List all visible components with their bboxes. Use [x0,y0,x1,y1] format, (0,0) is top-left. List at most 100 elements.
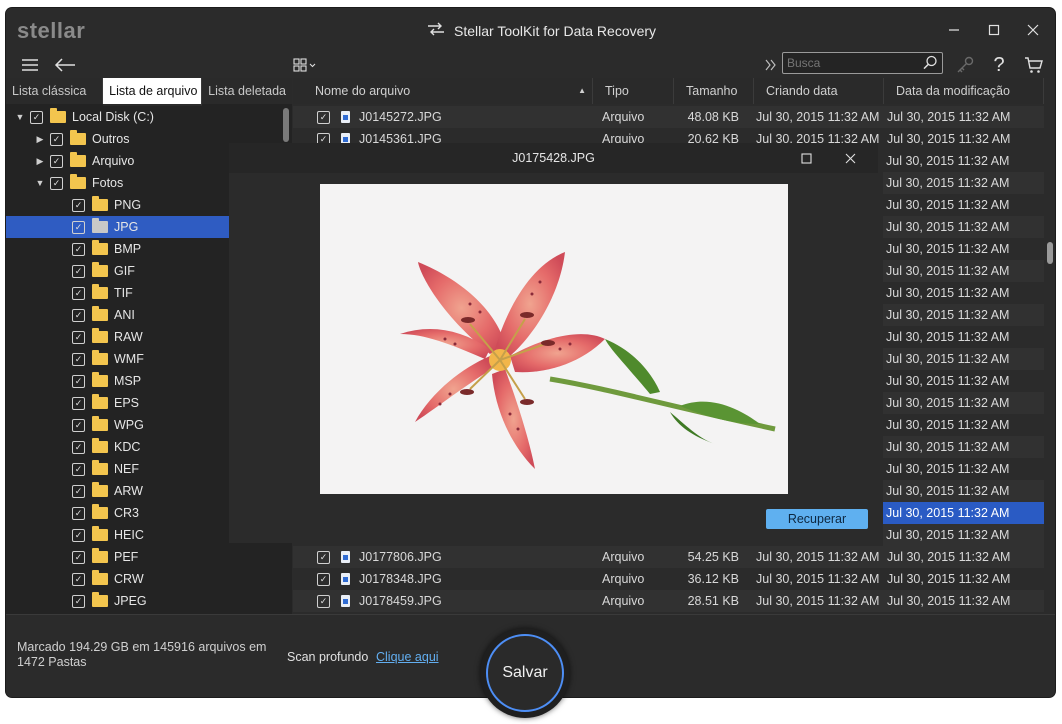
tree-checkbox[interactable]: ✓ [72,352,85,366]
tree-item[interactable]: ✓ JPEG [6,590,292,612]
folder-icon [70,130,86,145]
file-checkbox[interactable]: ✓ [317,594,330,608]
help-icon[interactable]: ? [990,52,1008,78]
tree-checkbox[interactable]: ✓ [72,550,85,564]
menu-icon[interactable] [20,52,40,78]
file-checkbox[interactable]: ✓ [317,572,330,586]
tree-checkbox[interactable]: ✓ [72,198,85,212]
tree-item[interactable]: ▼ ✓ Local Disk (C:) [6,106,292,128]
tree-item[interactable]: ✓ CRW [6,568,292,590]
caret-right-icon[interactable]: ▶ [34,156,46,167]
tree-item-label: ANI [114,308,135,322]
minimize-button[interactable] [942,18,966,42]
maximize-button[interactable] [982,18,1006,42]
folder-icon [92,372,108,387]
tree-checkbox[interactable]: ✓ [72,374,85,388]
caret-down-icon[interactable]: ▼ [14,112,26,122]
row-modified-date[interactable]: Jul 30, 2015 11:32 AM [883,436,1044,458]
search-input[interactable] [787,54,915,71]
row-modified-date[interactable]: Jul 30, 2015 11:32 AM [883,282,1044,304]
back-arrow-icon[interactable] [53,52,77,78]
table-row[interactable]: ✓ J0178459.JPG Arquivo 28.51 KB Jul 30, 2015… [293,590,1044,612]
close-button[interactable] [1021,18,1045,42]
tree-checkbox[interactable]: ✓ [50,176,63,190]
row-modified-date[interactable]: Jul 30, 2015 11:32 AM [883,370,1044,392]
tree-checkbox[interactable]: ✓ [72,418,85,432]
table-row[interactable]: ✓ J0177806.JPG Arquivo 54.25 KB Jul 30, 2015… [293,546,1044,568]
file-created: Jul 30, 2015 11:32 AM [756,550,880,564]
column-header-created[interactable]: Criando data [754,78,884,104]
folder-icon [92,218,108,233]
row-modified-date[interactable]: Jul 30, 2015 11:32 AM [883,458,1044,480]
tree-checkbox[interactable]: ✓ [72,572,85,586]
row-modified-date[interactable]: Jul 30, 2015 11:32 AM [883,216,1044,238]
tree-checkbox[interactable]: ✓ [72,286,85,300]
file-checkbox[interactable]: ✓ [317,110,330,124]
tree-checkbox[interactable]: ✓ [72,330,85,344]
folder-icon [92,350,108,365]
table-row[interactable]: ✓ J0145272.JPG Arquivo 48.08 KB Jul 30, 2015… [293,106,1044,128]
tree-item-label: RAW [114,330,143,344]
tree-checkbox[interactable]: ✓ [72,506,85,520]
tree-checkbox[interactable]: ✓ [72,396,85,410]
row-modified-date[interactable]: Jul 30, 2015 11:32 AM [883,150,1044,172]
row-modified-date[interactable]: Jul 30, 2015 11:32 AM [883,524,1044,546]
double-chevron-icon[interactable] [763,52,779,78]
tree-checkbox[interactable]: ✓ [72,528,85,542]
selected-row-modified-date[interactable]: Jul 30, 2015 11:32 AM [883,502,1044,524]
tab-file-list[interactable]: Lista de arquivo [103,78,203,106]
row-modified-date[interactable]: Jul 30, 2015 11:32 AM [883,392,1044,414]
tree-checkbox[interactable]: ✓ [72,308,85,322]
row-modified-date[interactable]: Jul 30, 2015 11:32 AM [883,238,1044,260]
column-header-type[interactable]: Tipo [593,78,674,104]
file-size: 36.12 KB [687,572,739,586]
tree-checkbox[interactable]: ✓ [72,594,85,608]
save-button[interactable]: Salvar [486,634,564,712]
preview-maximize-button[interactable] [797,149,815,167]
row-modified-date[interactable]: Jul 30, 2015 11:32 AM [883,172,1044,194]
row-modified-date[interactable]: Jul 30, 2015 11:32 AM [883,348,1044,370]
folder-icon [92,262,108,277]
folder-icon [92,570,108,585]
tree-checkbox[interactable]: ✓ [50,132,63,146]
table-row[interactable]: ✓ J0178348.JPG Arquivo 36.12 KB Jul 30, 2015… [293,568,1044,590]
column-header-size[interactable]: Tamanho [674,78,754,104]
tree-checkbox[interactable]: ✓ [72,462,85,476]
row-modified-date[interactable]: Jul 30, 2015 11:32 AM [883,260,1044,282]
caret-down-icon[interactable]: ▼ [34,178,46,188]
cart-icon[interactable] [1023,52,1045,78]
search-icon[interactable] [923,55,938,73]
preview-close-button[interactable] [841,149,859,167]
file-list-scrollbar[interactable] [1047,242,1053,264]
tree-item-label: PEF [114,550,139,564]
tree-checkbox[interactable]: ✓ [50,154,63,168]
recover-button[interactable]: Recuperar [766,509,868,529]
file-checkbox[interactable]: ✓ [317,550,330,564]
column-header-modified[interactable]: Data da modificação [884,78,1044,104]
tab-deleted-list[interactable]: Lista deletada [202,78,292,104]
caret-right-icon[interactable]: ▶ [34,134,46,145]
view-grid-icon[interactable] [292,52,320,78]
row-modified-date[interactable]: Jul 30, 2015 11:32 AM [883,480,1044,502]
tree-checkbox[interactable]: ✓ [30,110,43,124]
key-icon[interactable] [954,52,976,78]
tree-checkbox[interactable]: ✓ [72,264,85,278]
folder-icon [70,174,86,189]
tree-scrollbar[interactable] [283,108,289,142]
tree-item[interactable]: ✓ PEF [6,546,292,568]
swap-arrows-icon[interactable] [426,22,446,39]
folder-icon [92,482,108,497]
tree-checkbox[interactable]: ✓ [72,484,85,498]
tree-checkbox[interactable]: ✓ [72,242,85,256]
deep-scan-link[interactable]: Clique aqui [376,650,439,664]
row-modified-date[interactable]: Jul 30, 2015 11:32 AM [883,304,1044,326]
tab-classic-list[interactable]: Lista clássica [6,78,104,104]
row-modified-date[interactable]: Jul 30, 2015 11:32 AM [883,326,1044,348]
folder-icon [92,548,108,563]
deep-scan-label: Scan profundo [287,650,369,664]
row-modified-date[interactable]: Jul 30, 2015 11:32 AM [883,194,1044,216]
tree-checkbox[interactable]: ✓ [72,440,85,454]
tree-checkbox[interactable]: ✓ [72,220,85,234]
column-header-name[interactable]: Nome do arquivo ▲ [293,78,593,104]
row-modified-date[interactable]: Jul 30, 2015 11:32 AM [883,414,1044,436]
